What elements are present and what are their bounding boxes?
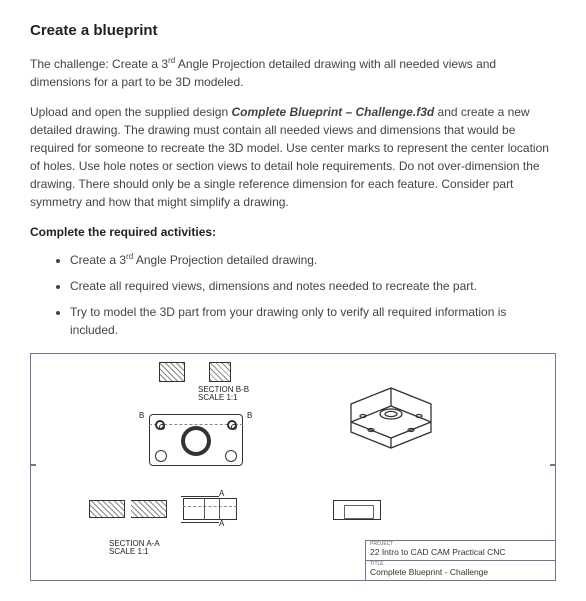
activities-list: Create a 3rd Angle Projection detailed d… <box>70 251 556 339</box>
side-view-block <box>183 498 237 520</box>
corner-hole-icon <box>155 450 167 462</box>
activity-post: Angle Projection detailed drawing. <box>133 253 317 267</box>
frame-tick-right <box>550 464 556 466</box>
activity-item: Try to model the 3D part from your drawi… <box>70 303 556 339</box>
title-block-project-value: 22 Intro to CAD CAM Practical CNC <box>370 546 506 559</box>
center-hole-icon <box>181 426 211 456</box>
title-block-title-row: TITLE Complete Blueprint - Challenge <box>366 561 555 581</box>
section-b-marker-right: B <box>247 412 252 421</box>
section-aa-line2: SCALE 1:1 <box>109 548 149 557</box>
end-view-block <box>333 500 381 520</box>
intro-paragraph: The challenge: Create a 3rd Angle Projec… <box>30 55 556 91</box>
section-b-marker-left: B <box>139 412 144 421</box>
activity-pre: Create all required views, dimensions an… <box>70 279 477 293</box>
activity-item: Create all required views, dimensions an… <box>70 277 556 295</box>
title-block-title-value: Complete Blueprint - Challenge <box>370 566 488 579</box>
corner-hole-icon <box>155 420 165 430</box>
blueprint-drawing-frame: SECTION B-B SCALE 1:1 B B <box>30 353 556 581</box>
section-bb-view <box>159 362 231 382</box>
frame-tick-left <box>30 464 36 466</box>
section-a-marker-top: A <box>219 490 224 499</box>
activity-pre: Create a 3 <box>70 253 126 267</box>
section-bb-line2: SCALE 1:1 <box>198 394 238 403</box>
title-block: PROJECT 22 Intro to CAD CAM Practical CN… <box>365 540 555 580</box>
section-aa-line1: SECTION A-A <box>109 540 160 549</box>
instructions-paragraph: Upload and open the supplied design Comp… <box>30 103 556 211</box>
isometric-svg-icon <box>331 382 451 454</box>
activity-item: Create a 3rd Angle Projection detailed d… <box>70 251 556 269</box>
intro-prefix: The challenge: Create a 3 <box>30 57 168 71</box>
title-block-project-row: PROJECT 22 Intro to CAD CAM Practical CN… <box>366 541 555 561</box>
section-a-marker-bottom: A <box>219 520 224 529</box>
isometric-view <box>331 382 451 454</box>
section-a-arrow <box>181 496 219 497</box>
para2-p2: and create a new detailed drawing. The d… <box>30 105 549 209</box>
activities-label: Complete the required activities: <box>30 223 556 241</box>
corner-hole-icon <box>225 450 237 462</box>
corner-hole-icon <box>227 420 237 430</box>
section-a-arrow <box>181 522 219 523</box>
section-bb-label: SECTION B-B SCALE 1:1 <box>173 386 223 395</box>
activity-pre: Try to model the 3D part from your drawi… <box>70 305 506 337</box>
page-heading: Create a blueprint <box>30 20 556 43</box>
section-aa-label: SECTION A-A SCALE 1:1 <box>79 540 139 549</box>
para2-p1: Upload and open the supplied design <box>30 105 232 119</box>
supplied-filename: Complete Blueprint – Challenge.f3d <box>232 105 435 119</box>
